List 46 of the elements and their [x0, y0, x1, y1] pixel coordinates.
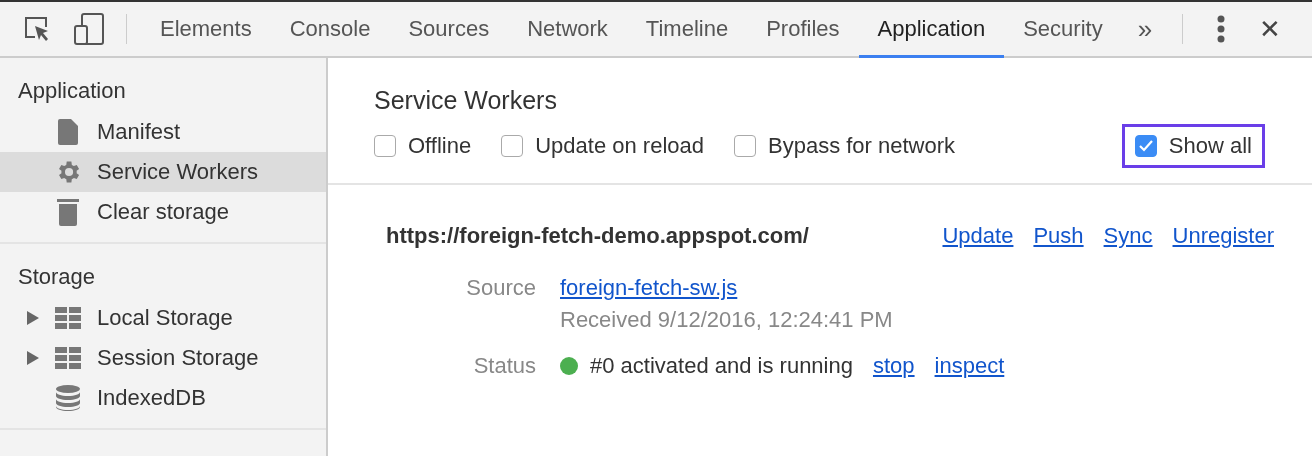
option-checkbox[interactable]: Bypass for network	[734, 129, 964, 163]
check-icon	[1138, 140, 1153, 152]
worker-action-link[interactable]: Push	[1033, 223, 1084, 249]
close-button[interactable]: ✕	[1245, 7, 1296, 51]
sidebar-item[interactable]: Clear storage	[0, 192, 326, 232]
sidebar-item[interactable]: Service Workers	[0, 152, 326, 192]
status-action-link[interactable]: stop	[872, 353, 915, 379]
sidebar-heading: Application	[17, 78, 127, 105]
inspect-element-icon[interactable]	[23, 15, 51, 43]
trash-icon	[56, 198, 79, 226]
panel-tab[interactable]: Timeline	[626, 3, 748, 58]
status-action-link[interactable]: inspect	[934, 353, 1005, 379]
grid-icon	[54, 347, 81, 369]
worker-action-link[interactable]: Sync	[1103, 223, 1153, 249]
file-icon	[57, 119, 78, 145]
sidebar-item[interactable]: Local Storage	[0, 298, 326, 338]
database-icon	[55, 385, 80, 411]
expand-icon[interactable]	[26, 311, 40, 325]
panel-tab[interactable]: Application	[858, 3, 1005, 58]
panel-tab[interactable]: Network	[508, 3, 627, 58]
menu-icon[interactable]	[1217, 15, 1226, 43]
worker-action-link[interactable]: Update	[942, 223, 1014, 249]
status-text: #0 activated and is running	[590, 353, 853, 379]
worker-scope: https://foreign-fetch-demo.appspot.com/	[386, 223, 810, 249]
worker-action-link[interactable]: Unregister	[1172, 223, 1274, 249]
sidebar-heading: Storage	[17, 264, 97, 291]
source-label: Source	[465, 275, 536, 301]
more-tabs-button[interactable]: »	[1121, 7, 1169, 51]
option-checkbox[interactable]: Update on reload	[501, 129, 712, 163]
panel-tab[interactable]: Profiles	[747, 3, 859, 58]
panel-tab[interactable]: Elements	[141, 3, 271, 58]
device-mode-icon[interactable]	[74, 13, 104, 45]
expand-icon[interactable]	[26, 351, 40, 365]
panel-title: Service Workers	[374, 86, 558, 115]
option-checkbox[interactable]: Offline	[374, 129, 480, 163]
option-checkbox[interactable]: Show all	[1124, 127, 1262, 165]
sidebar-item[interactable]: Manifest	[0, 112, 326, 152]
status-label: Status	[472, 353, 536, 379]
sidebar-item[interactable]: Session Storage	[0, 338, 326, 378]
panel-tab[interactable]: Security	[1004, 3, 1122, 58]
panel-tab[interactable]: Sources	[389, 3, 509, 58]
source-link[interactable]: foreign-fetch-sw.js	[560, 275, 738, 300]
panel-tab[interactable]: Console	[270, 3, 390, 58]
grid-icon	[54, 307, 81, 329]
sidebar-item[interactable]: IndexedDB	[0, 378, 326, 418]
received-time: Received 9/12/2016, 12:24:41 PM	[560, 307, 894, 333]
